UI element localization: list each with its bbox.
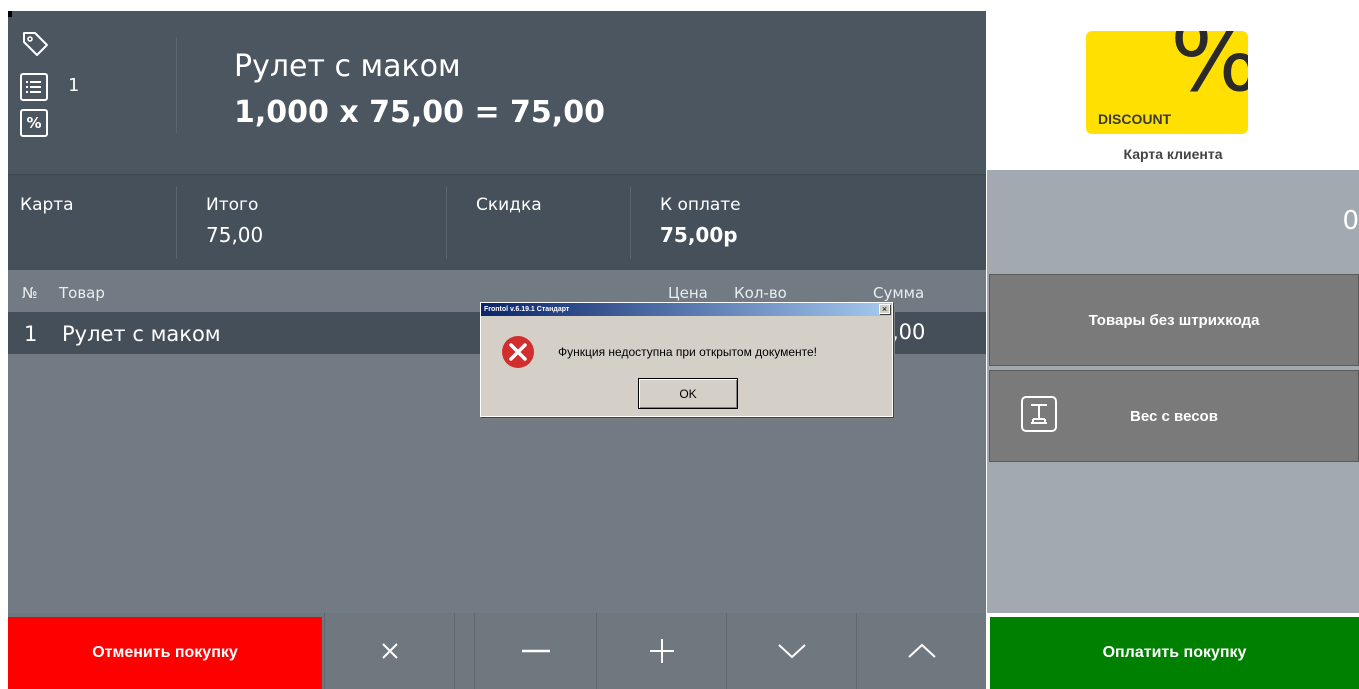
- row-sum: ,00: [892, 320, 926, 344]
- card-label: Карта: [20, 195, 74, 215]
- no-barcode-items-button[interactable]: Товары без штрихкода: [989, 274, 1359, 366]
- col-number: №: [22, 284, 38, 302]
- current-product-calc: 1,000 x 75,00 = 75,00: [234, 95, 605, 130]
- plus-icon: [649, 639, 674, 663]
- current-item-panel: 1 % Рулет с маком 1,000 x 75,00 = 75,00: [8, 11, 986, 174]
- divider: [454, 613, 455, 689]
- counter-value: 0: [1342, 206, 1359, 236]
- dialog-title: Frontol v.6.19.1 Стандарт: [481, 303, 892, 316]
- delete-item-button[interactable]: [324, 613, 454, 689]
- close-icon: [381, 643, 398, 659]
- discount-text: DISCOUNT: [1098, 111, 1172, 127]
- client-card-label: Карта клиента: [1123, 146, 1223, 162]
- counter-display: 0: [987, 170, 1359, 270]
- summary-panel: Карта Итого 75,00 Скидка К оплате 75,00р: [8, 174, 986, 270]
- position-count: 1: [68, 75, 79, 96]
- error-icon: [501, 335, 535, 369]
- scale-icon: [1020, 395, 1058, 433]
- discount-label: Скидка: [476, 195, 542, 215]
- percent-symbol: %: [1170, 31, 1248, 105]
- scale-label: Вес с весов: [1130, 407, 1218, 425]
- ok-button[interactable]: OK: [638, 378, 738, 409]
- increase-quantity-button[interactable]: [596, 613, 726, 689]
- col-price: Цена: [668, 284, 708, 302]
- current-product-name: Рулет с маком: [234, 49, 461, 84]
- minus-icon: [521, 649, 550, 653]
- scroll-down-button[interactable]: [726, 613, 856, 689]
- dialog-close-button[interactable]: ×: [879, 304, 890, 314]
- to-pay-label: К оплате: [660, 195, 741, 215]
- decrease-quantity-button[interactable]: [474, 613, 596, 689]
- chevron-down-icon: [777, 644, 806, 659]
- total-value: 75,00: [206, 223, 264, 247]
- dialog-message: Функция недоступна при открытом документ…: [558, 345, 818, 359]
- weight-from-scale-button[interactable]: Вес с весов: [989, 370, 1359, 462]
- corner-mark: [8, 11, 12, 17]
- scroll-up-button[interactable]: [856, 613, 986, 689]
- pay-purchase-button[interactable]: Оплатить покупку: [990, 617, 1359, 689]
- row-product-name: Рулет с маком: [62, 322, 221, 346]
- col-product: Товар: [59, 284, 105, 302]
- to-pay-value: 75,00р: [660, 223, 738, 247]
- total-label: Итого: [206, 195, 259, 215]
- list-icon[interactable]: [20, 73, 48, 101]
- divider: [176, 37, 177, 133]
- client-card-panel[interactable]: % DISCOUNT Карта клиента: [987, 11, 1359, 170]
- col-quantity: Кол-во: [734, 284, 787, 302]
- divider: [176, 187, 177, 259]
- divider: [446, 187, 447, 259]
- error-dialog: Frontol v.6.19.1 Стандарт × Функция недо…: [480, 302, 893, 417]
- cancel-purchase-button[interactable]: Отменить покупку: [8, 617, 322, 689]
- percent-icon[interactable]: %: [20, 109, 48, 137]
- row-number: 1: [24, 322, 38, 346]
- divider: [630, 187, 631, 259]
- tag-icon[interactable]: [20, 29, 50, 59]
- col-sum: Сумма: [873, 284, 925, 302]
- discount-card-image: % DISCOUNT: [1086, 31, 1248, 134]
- action-bar: Отменить покупку: [8, 613, 986, 689]
- chevron-up-icon: [907, 643, 936, 658]
